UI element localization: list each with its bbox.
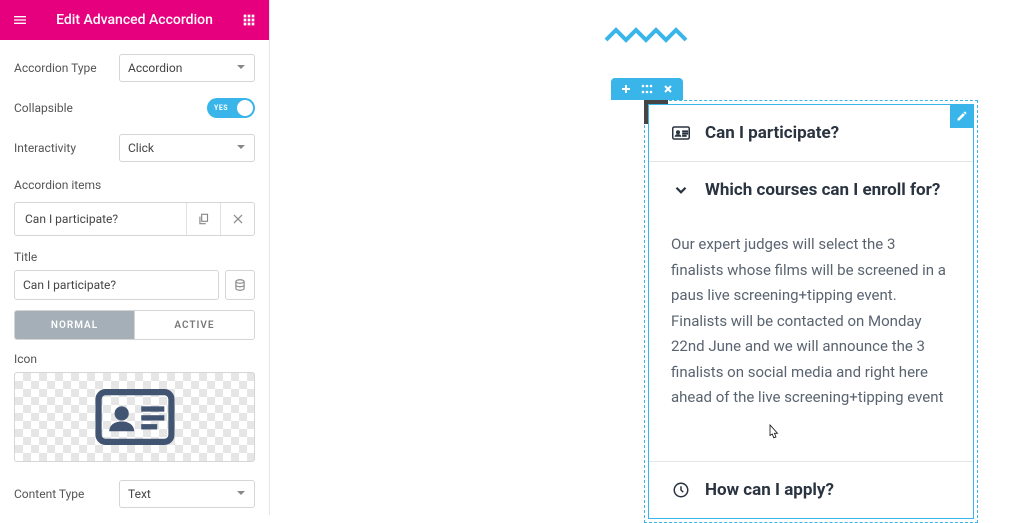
- accordion-type-row: Accordion Type Accordion: [14, 54, 255, 82]
- drag-section-icon[interactable]: [641, 84, 653, 94]
- accordion-item-2: Which courses can I enroll for? Our expe…: [649, 162, 973, 433]
- interactivity-row: Interactivity Click: [14, 134, 255, 162]
- edit-widget-button[interactable]: [950, 104, 974, 128]
- content-type-value: Text: [128, 487, 151, 501]
- menu-button[interactable]: [0, 0, 40, 40]
- accordion-item-2-header[interactable]: Which courses can I enroll for?: [649, 162, 973, 218]
- accordion-item-3-header[interactable]: How can I apply?: [649, 462, 973, 518]
- title-label: Title: [14, 250, 255, 264]
- collapsible-row: Collapsible YES: [14, 98, 255, 118]
- caret-down-icon: [236, 141, 246, 155]
- remove-section-button[interactable]: [663, 84, 673, 94]
- tab-normal[interactable]: NORMAL: [15, 311, 134, 339]
- caret-down-icon: [236, 61, 246, 75]
- copy-icon: [197, 212, 211, 226]
- collapsible-label: Collapsible: [14, 101, 119, 115]
- id-card-icon: [671, 124, 691, 142]
- accordion-item-2-title: Which courses can I enroll for?: [705, 180, 940, 200]
- accordion-item-header: Can I participate?: [14, 202, 255, 236]
- accordion-type-value: Accordion: [128, 61, 182, 75]
- accordion-widget: Can I participate? Which courses can I e…: [649, 105, 973, 518]
- title-input-row: [14, 270, 255, 300]
- editor-sidebar: Edit Advanced Accordion Accordion Type A…: [0, 0, 270, 515]
- remove-item-button[interactable]: [220, 203, 254, 235]
- toggle-yes-text: YES: [214, 104, 228, 112]
- hamburger-icon: [12, 12, 28, 28]
- icon-label: Icon: [14, 352, 255, 366]
- content-type-label: Content Type: [14, 487, 119, 501]
- interactivity-select[interactable]: Click: [119, 134, 255, 162]
- accordion-item-1: Can I participate?: [649, 105, 973, 161]
- accordion-item-3-title: How can I apply?: [705, 480, 834, 500]
- sidebar-title: Edit Advanced Accordion: [40, 12, 229, 28]
- accordion-item-toggle[interactable]: Can I participate?: [15, 203, 186, 235]
- accordion-item-2-body: Our expert judges will select the 3 fina…: [649, 218, 973, 433]
- clock-icon: [671, 481, 691, 499]
- add-section-button[interactable]: [621, 84, 631, 94]
- caret-down-icon: [236, 487, 246, 501]
- spacer: [649, 433, 973, 461]
- dynamic-tags-button[interactable]: [225, 270, 255, 300]
- close-icon: [231, 212, 245, 226]
- accordion-type-label: Accordion Type: [14, 61, 119, 75]
- section-outline: Can I participate? Which courses can I e…: [644, 100, 978, 523]
- interactivity-label: Interactivity: [14, 141, 119, 155]
- id-card-icon: [95, 387, 175, 447]
- content-type-select[interactable]: Text: [119, 480, 255, 508]
- title-input[interactable]: [14, 270, 219, 300]
- widget-outline: Can I participate? Which courses can I e…: [648, 104, 974, 519]
- interactivity-value: Click: [128, 141, 154, 155]
- sidebar-body: Accordion Type Accordion Collapsible YES…: [0, 40, 269, 515]
- toggle-knob: [237, 100, 253, 116]
- accordion-item-actions: [186, 203, 254, 235]
- state-tabs: NORMAL ACTIVE: [14, 310, 255, 340]
- icon-picker[interactable]: [14, 372, 255, 462]
- content-type-row: Content Type Text: [14, 480, 255, 508]
- accordion-item-1-header[interactable]: Can I participate?: [649, 105, 973, 161]
- sidebar-header: Edit Advanced Accordion: [0, 0, 269, 40]
- tab-active[interactable]: ACTIVE: [134, 311, 254, 339]
- grid-icon: [241, 12, 257, 28]
- duplicate-item-button[interactable]: [186, 203, 220, 235]
- preview-canvas: Can I participate? Which courses can I e…: [270, 0, 1024, 515]
- chevron-down-icon: [671, 181, 691, 199]
- collapsible-toggle[interactable]: YES: [207, 98, 255, 118]
- accordion-items-label: Accordion items: [14, 178, 255, 192]
- database-icon: [233, 278, 247, 292]
- widgets-grid-button[interactable]: [229, 0, 269, 40]
- accordion-type-select[interactable]: Accordion: [119, 54, 255, 82]
- accordion-item-3: How can I apply?: [649, 462, 973, 518]
- pencil-icon: [956, 110, 968, 122]
- accordion-item-1-title: Can I participate?: [705, 123, 839, 143]
- section-handle[interactable]: [611, 78, 683, 100]
- divider-zigzag: [604, 26, 690, 48]
